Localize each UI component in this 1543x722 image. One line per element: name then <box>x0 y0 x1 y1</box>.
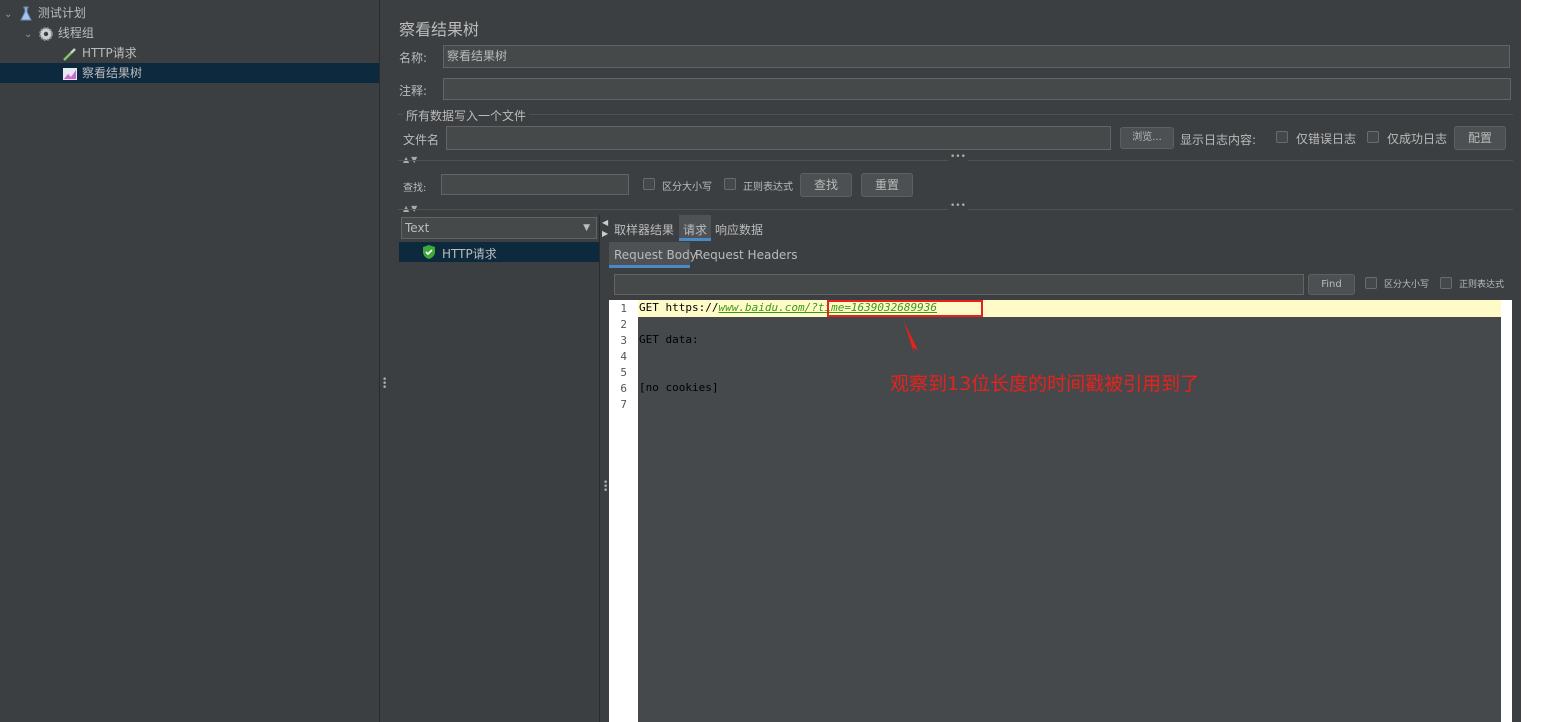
tab-sampler-result[interactable]: 取样器结果 <box>614 221 674 238</box>
chevron-down-icon[interactable]: ⌄ <box>24 25 34 45</box>
annotation-highlight-box <box>827 300 983 317</box>
annotation-text: 观察到13位长度的时间戳被引用到了 <box>890 373 1200 395</box>
window-edge <box>1521 0 1543 722</box>
panel-title: 察看结果树 <box>399 20 480 39</box>
find-button[interactable]: 查找 <box>800 173 852 197</box>
renderer-select[interactable]: Text ▼ <box>401 217 597 239</box>
chart-icon <box>62 66 78 82</box>
configure-button[interactable]: 配置 <box>1454 126 1506 150</box>
line-number: 1 <box>620 302 627 315</box>
filename-label: 文件名 <box>403 133 440 147</box>
errors-only-label: 仅错误日志 <box>1296 132 1357 146</box>
tree-item-test-plan[interactable]: ⌄ 测试计划 <box>4 3 379 23</box>
success-only-checkbox[interactable] <box>1367 131 1379 143</box>
flask-icon <box>18 6 34 22</box>
name-field[interactable]: 察看结果树 <box>443 45 1510 68</box>
tree-item-label: 察看结果树 <box>82 66 143 80</box>
request-case-checkbox[interactable] <box>1365 277 1377 289</box>
regex-checkbox[interactable] <box>724 178 736 190</box>
line-number: 3 <box>620 334 627 347</box>
file-section-title: 所有数据写入一个文件 <box>403 107 530 124</box>
tab-response-data[interactable]: 响应数据 <box>715 221 763 238</box>
splitter-grip-icon[interactable]: ••• <box>948 152 968 162</box>
line-number: 2 <box>620 318 627 331</box>
log-display-label: 显示日志内容: <box>1180 133 1257 147</box>
name-label: 名称: <box>399 51 428 65</box>
tree-item-http-request[interactable]: HTTP请求 <box>62 43 379 63</box>
subtab-request-headers[interactable]: Request Headers <box>695 248 798 262</box>
split-divider[interactable]: • • • <box>380 0 388 722</box>
request-search-input[interactable] <box>614 274 1304 295</box>
success-shield-icon <box>421 244 437 263</box>
tab-request-label: 请求 <box>683 223 708 237</box>
tree-item-label: 测试计划 <box>37 6 86 20</box>
search-input[interactable] <box>441 174 629 195</box>
tree-item-label: HTTP请求 <box>82 46 137 60</box>
request-case-label: 区分大小写 <box>1384 280 1430 290</box>
errors-only-checkbox[interactable] <box>1276 131 1288 143</box>
tree-item-label: 线程组 <box>57 26 94 40</box>
request-find-button[interactable]: Find <box>1308 274 1355 295</box>
filename-field[interactable] <box>446 126 1111 150</box>
case-sensitive-label: 区分大小写 <box>662 182 712 193</box>
code-line-3: GET data: <box>639 333 699 346</box>
chevron-down-icon: ▼ <box>583 223 590 233</box>
results-splitter[interactable]: ◀ ▶ • • • <box>601 215 609 722</box>
chevron-down-icon[interactable]: ⌄ <box>4 5 14 25</box>
request-method-url: GET https:// <box>639 301 719 314</box>
renderer-select-value: Text <box>405 221 430 235</box>
regex-label: 正则表达式 <box>743 182 793 193</box>
code-line-6: [no cookies] <box>639 381 719 394</box>
tree-item-view-results-tree[interactable]: 察看结果树 <box>0 63 379 83</box>
comment-field[interactable] <box>443 78 1511 100</box>
line-number: 7 <box>620 398 627 411</box>
request-regex-checkbox[interactable] <box>1440 277 1452 289</box>
case-sensitive-checkbox[interactable] <box>643 178 655 190</box>
line-number: 4 <box>620 350 627 363</box>
section-divider <box>398 114 1513 115</box>
subtab-request-body[interactable]: Request Body <box>609 242 697 268</box>
line-number: 5 <box>620 366 627 379</box>
subtab-request-body-label: Request Body <box>614 248 697 262</box>
success-only-label: 仅成功日志 <box>1387 132 1448 146</box>
chevron-left-icon[interactable]: ◀ <box>602 218 608 227</box>
gear-icon <box>38 26 54 42</box>
line-number-gutter <box>609 300 638 722</box>
chevron-right-icon[interactable]: ▶ <box>602 229 608 238</box>
line-number: 6 <box>620 382 627 395</box>
browse-button[interactable]: 浏览... <box>1120 127 1174 149</box>
tree-item-thread-group[interactable]: ⌄ 线程组 <box>24 23 379 43</box>
comment-label: 注释: <box>399 84 428 98</box>
sample-result-row[interactable]: HTTP请求 <box>399 242 599 262</box>
tab-request[interactable]: 请求 <box>679 215 711 241</box>
annotation-arrow-icon <box>904 322 918 353</box>
pipette-icon <box>62 46 78 62</box>
splitter-grip-icon[interactable]: ••• <box>948 201 968 211</box>
search-label: 查找: <box>403 183 427 194</box>
results-divider <box>599 215 600 722</box>
request-regex-label: 正则表达式 <box>1459 280 1505 290</box>
test-plan-tree: ⌄ 测试计划 ⌄ 线程组 HTTP请求 察看结果树 <box>0 0 380 722</box>
sample-result-label: HTTP请求 <box>442 247 497 261</box>
reset-button[interactable]: 重置 <box>861 173 913 197</box>
